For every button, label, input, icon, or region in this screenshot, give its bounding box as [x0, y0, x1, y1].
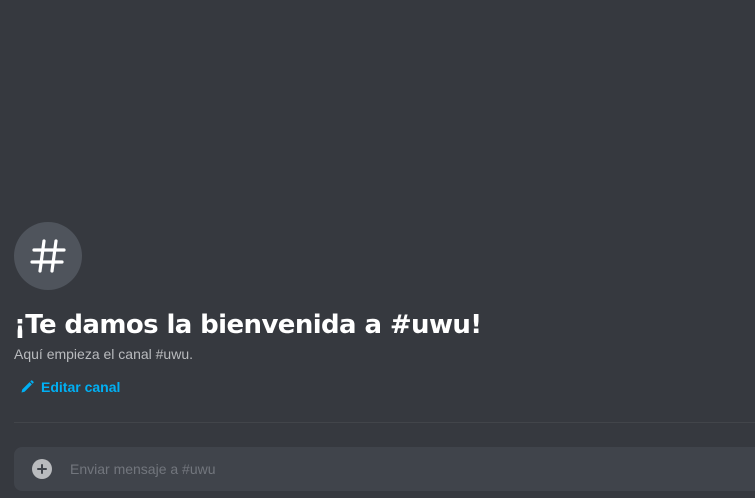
pencil-icon — [21, 380, 34, 393]
message-composer — [14, 447, 755, 491]
channel-avatar — [14, 222, 82, 290]
message-input[interactable] — [70, 447, 755, 491]
hashtag-icon — [30, 239, 66, 273]
welcome-title: ¡Te damos la bienvenida a #uwu! — [14, 310, 482, 340]
edit-channel-label: Editar canal — [41, 379, 121, 395]
chat-area: ¡Te damos la bienvenida a #uwu! Aquí emp… — [0, 0, 755, 498]
channel-welcome: ¡Te damos la bienvenida a #uwu! Aquí emp… — [14, 222, 749, 395]
edit-channel-button[interactable]: Editar canal — [20, 379, 120, 395]
welcome-description: Aquí empieza el canal #uwu. — [14, 346, 193, 362]
plus-circle-icon — [37, 464, 47, 474]
attach-button[interactable] — [32, 459, 52, 479]
divider — [14, 422, 755, 423]
